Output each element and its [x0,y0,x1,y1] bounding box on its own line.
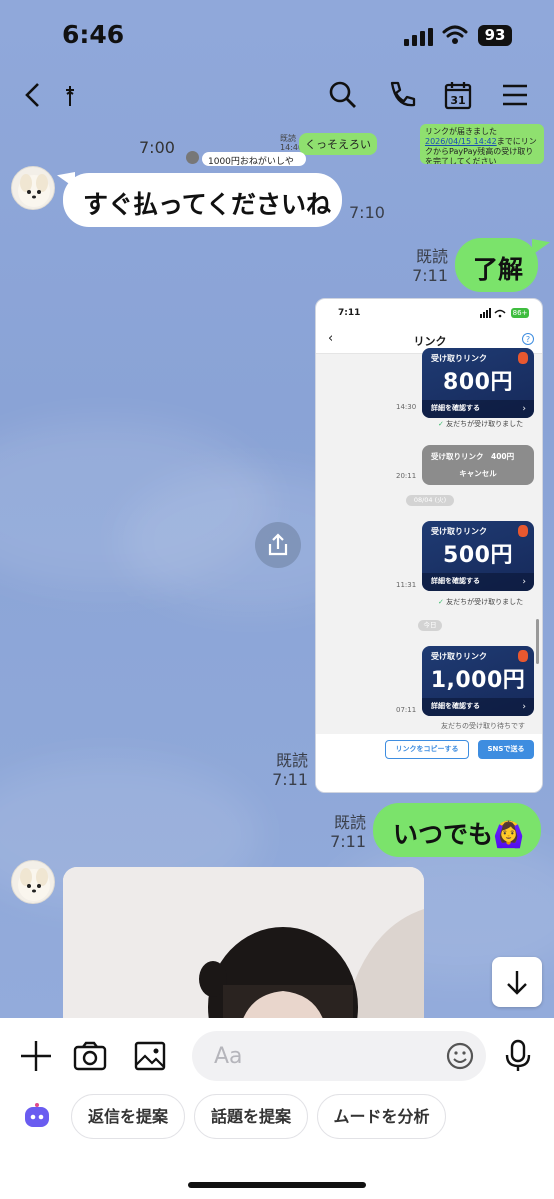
lantern-icon [518,650,528,662]
arrow-down-icon [507,971,527,995]
ai-assistant-icon[interactable] [22,1102,52,1132]
status-bar: 6:46 93 [0,0,554,70]
battery-indicator: 93 [478,25,512,46]
faded-time: 7:00 [139,138,175,157]
link-card-800: 受け取りリンク 800円 詳細を確認する › [422,348,534,418]
friend-avatar[interactable] [11,166,55,210]
menu-icon[interactable] [498,78,532,112]
outgoing-message-text: いつでも🙆‍♀️ [393,820,525,849]
card-detail: 詳細を確認する [431,702,480,710]
card-status: ✓ 友だちが受け取りました [438,598,524,606]
share-button[interactable] [255,522,301,568]
suggest-topic-button[interactable]: 話題を提案 [194,1094,308,1139]
scroll-to-bottom-button[interactable] [492,957,542,1007]
card-time: 14:30 [396,403,417,411]
camera-icon[interactable] [72,1038,108,1074]
incoming-message-time: 7:10 [349,203,385,222]
screenshot-action-bar: リンクをコピーする SNSで送る [316,734,542,792]
svg-text:31: 31 [450,94,465,107]
card-detail: 詳細を確認する [431,404,480,412]
card-time: 11:31 [396,581,417,589]
outgoing-message-text: 了解 [473,255,524,284]
date-pill: 今日 [418,620,442,631]
analyze-mood-button[interactable]: ムードを分析 [317,1094,446,1139]
shared-screenshot-image[interactable]: 7:11 86+ ‹ リンク ? 受け取りリンク 800円 詳細を確認する › … [315,298,543,793]
screenshot-title: リンク [413,335,447,348]
chevron-right-icon: › [522,577,526,587]
card-cancel-label: キャンセル [459,469,497,478]
screenshot-battery: 86+ [511,308,529,318]
share-icon [268,533,288,556]
image-read-meta: 既読 7:11 [272,751,308,789]
image-icon[interactable] [132,1038,168,1074]
card-status: 友だちの受け取り待ちです [441,722,525,730]
status-time: 6:46 [62,20,125,49]
incoming-message-text: すぐ払ってくださいね [83,190,332,219]
card-status: ✓ 友だちが受け取りました [438,420,524,428]
card-amount: 1,000円 [430,668,526,693]
card-detail: 詳細を確認する [431,577,480,585]
card-label: 受け取りリンク [431,354,487,363]
faded-paypay-notice: リンクが届きました 2026/04/15 14:42までにリンクからPayPay残… [420,124,544,164]
wifi-icon [442,25,468,44]
chevron-right-icon: › [522,404,526,414]
link-card-400-cancelled: 受け取りリンク 400円 キャンセル [422,445,534,485]
message-input[interactable] [192,1031,486,1081]
home-indicator [188,1182,366,1188]
faded-outgoing-bubble: くっそえろい [299,133,377,155]
search-icon[interactable] [326,78,360,112]
plus-icon[interactable] [18,1038,54,1074]
chat-header: 31 [0,72,554,124]
friend-avatar[interactable] [11,860,55,904]
outgoing-read-meta: 既読 7:11 [412,247,448,285]
phone-icon[interactable] [384,78,418,112]
chevron-right-icon: › [522,702,526,712]
suggest-reply-button[interactable]: 返信を提案 [71,1094,185,1139]
date-pill: 08/04 (火) [406,495,454,506]
card-label: 受け取りリンク [431,652,487,661]
microphone-icon[interactable] [500,1038,536,1074]
copy-link-button: リンクをコピーする [385,740,469,759]
lantern-icon [518,352,528,364]
outgoing-message-bubble[interactable]: いつでも🙆‍♀️ [373,803,541,857]
chat-name-icon[interactable] [56,78,90,112]
link-card-1000: 受け取りリンク 1,000円 詳細を確認する › [422,646,534,716]
faded-incoming-bubble: 1000円おねがいしやーす [202,152,306,166]
card-amount: 800円 [443,370,513,395]
lantern-icon [518,525,528,537]
incoming-photo[interactable] [63,867,424,1018]
bubble-tail [532,239,550,255]
screenshot-help-icon: ? [522,333,534,345]
link-card-500: 受け取りリンク 500円 詳細を確認する › [422,521,534,591]
chat-background: 7:00 既読14:40 くっそえろい 1000円おねがいしやーす リンクが届き… [0,0,554,1018]
screenshot-link-list: 受け取りリンク 800円 詳細を確認する › 14:30 ✓ 友だちが受け取りま… [316,348,542,734]
calendar-icon[interactable]: 31 [441,78,475,112]
emoji-icon[interactable] [445,1041,475,1071]
faded-avatar [186,151,199,164]
screenshot-status-bar: 7:11 86+ [316,299,542,325]
back-icon[interactable] [16,78,50,112]
sns-send-button: SNSで送る [478,740,534,759]
outgoing-read-meta: 既読 7:11 [330,813,366,851]
screenshot-signal-icon [480,308,506,318]
signal-icon [404,28,434,46]
outgoing-message-bubble[interactable]: 了解 [455,238,538,292]
screenshot-scrollbar [536,619,539,664]
card-label: 受け取りリンク [431,527,487,536]
card-time: 20:11 [396,472,417,480]
card-amount: 500円 [443,543,513,568]
card-time: 07:11 [396,706,417,714]
incoming-message-bubble[interactable]: すぐ払ってくださいね [63,173,342,227]
screenshot-time: 7:11 [338,308,361,318]
